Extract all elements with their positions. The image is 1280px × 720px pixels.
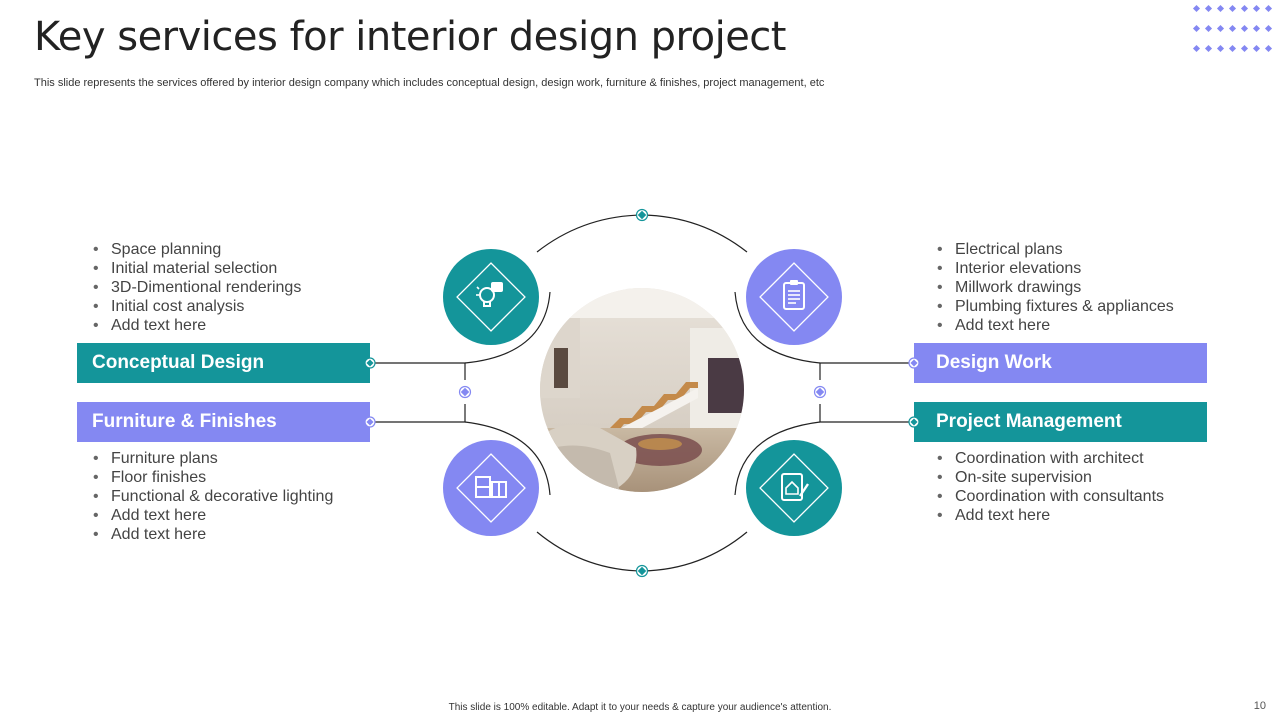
- page-number: 10: [1253, 700, 1266, 712]
- clipboard-document-icon: [759, 262, 829, 332]
- interior-living-room-photo: [540, 288, 744, 492]
- lightbulb-idea-icon: [456, 262, 526, 332]
- interior-photo-illustration: [540, 288, 744, 492]
- design-work-icon-circle: [746, 249, 842, 345]
- house-plan-icon: [759, 453, 829, 523]
- furniture-cabinet-icon: [456, 453, 526, 523]
- footer-note: This slide is 100% editable. Adapt it to…: [448, 702, 832, 713]
- project-management-icon-circle: [746, 440, 842, 536]
- conceptual-design-icon-circle: [443, 249, 539, 345]
- furniture-finishes-icon-circle: [443, 440, 539, 536]
